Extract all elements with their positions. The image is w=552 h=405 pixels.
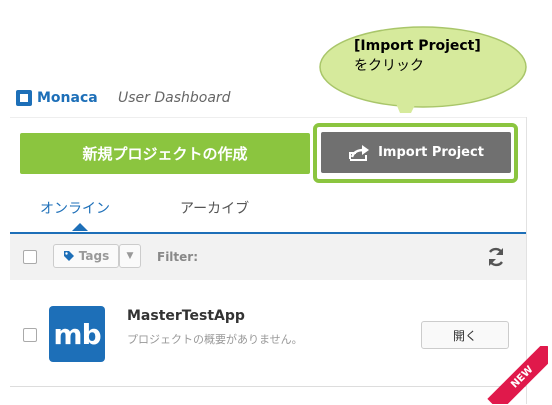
tags-dropdown-button[interactable]: ▼ (119, 244, 141, 268)
project-description: プロジェクトの概要がありません。 (127, 333, 303, 346)
open-project-button[interactable]: 開く (421, 321, 509, 349)
select-all-checkbox[interactable] (23, 250, 37, 264)
brand[interactable]: Monaca (16, 90, 98, 106)
callout-line1: [Import Project] (354, 38, 481, 54)
new-ribbon: NEW (487, 346, 548, 404)
new-project-button[interactable]: 新規プロジェクトの作成 (20, 133, 310, 174)
share-arrow-icon (349, 144, 370, 161)
project-tabs: オンライン アーカイブ (10, 190, 526, 234)
monaca-logo-icon (16, 90, 32, 106)
callout-line2: をクリック (354, 58, 424, 74)
import-project-label: Import Project (378, 145, 484, 160)
chevron-down-icon: ▼ (126, 251, 134, 261)
new-badge-text: NEW (508, 363, 536, 391)
project-checkbox[interactable] (23, 328, 37, 342)
import-project-button[interactable]: Import Project (321, 132, 511, 173)
brand-name: Monaca (37, 90, 98, 106)
refresh-icon[interactable] (485, 246, 507, 268)
project-name[interactable]: MasterTestApp (127, 308, 245, 324)
page-title: User Dashboard (118, 90, 231, 106)
filter-label: Filter: (157, 250, 199, 264)
tab-online[interactable]: オンライン (40, 198, 110, 218)
tab-archive[interactable]: アーカイブ (180, 198, 249, 218)
active-tab-indicator (72, 223, 88, 231)
app-icon: mb (49, 306, 105, 362)
tags-label: Tags (78, 249, 110, 263)
tags-button[interactable]: Tags (53, 244, 119, 268)
callout-text: [Import Project] をクリック (354, 36, 514, 76)
new-badge: NEW (476, 346, 548, 404)
tag-icon (63, 251, 74, 261)
